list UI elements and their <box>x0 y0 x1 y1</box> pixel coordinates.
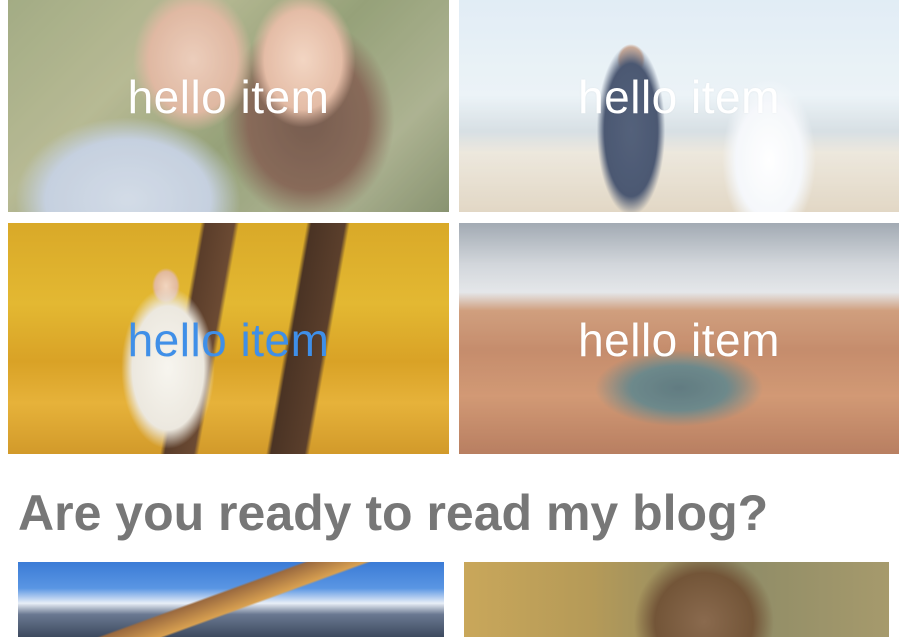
blog-card-2[interactable] <box>464 562 889 637</box>
page: hello item hello item hello item hello i… <box>0 0 903 637</box>
gallery-item-caption: hello item <box>127 71 330 123</box>
blog-heading: Are you ready to read my blog? <box>18 485 769 541</box>
gallery-item-4[interactable]: hello item <box>459 223 899 454</box>
gallery-item-caption-hovered: hello item <box>127 314 330 366</box>
gallery-item-caption: hello item <box>578 314 780 366</box>
bear-cub-photo <box>464 562 889 637</box>
gallery-item-3[interactable]: hello item <box>8 223 449 454</box>
photo-gallery: hello item hello item hello item hello i… <box>8 0 899 454</box>
blog-card-1[interactable] <box>18 562 444 637</box>
mountain-lake-photo <box>18 562 444 637</box>
gallery-item-caption: hello item <box>578 71 780 123</box>
gallery-item-2[interactable]: hello item <box>459 0 899 212</box>
gallery-item-1[interactable]: hello item <box>8 0 449 212</box>
